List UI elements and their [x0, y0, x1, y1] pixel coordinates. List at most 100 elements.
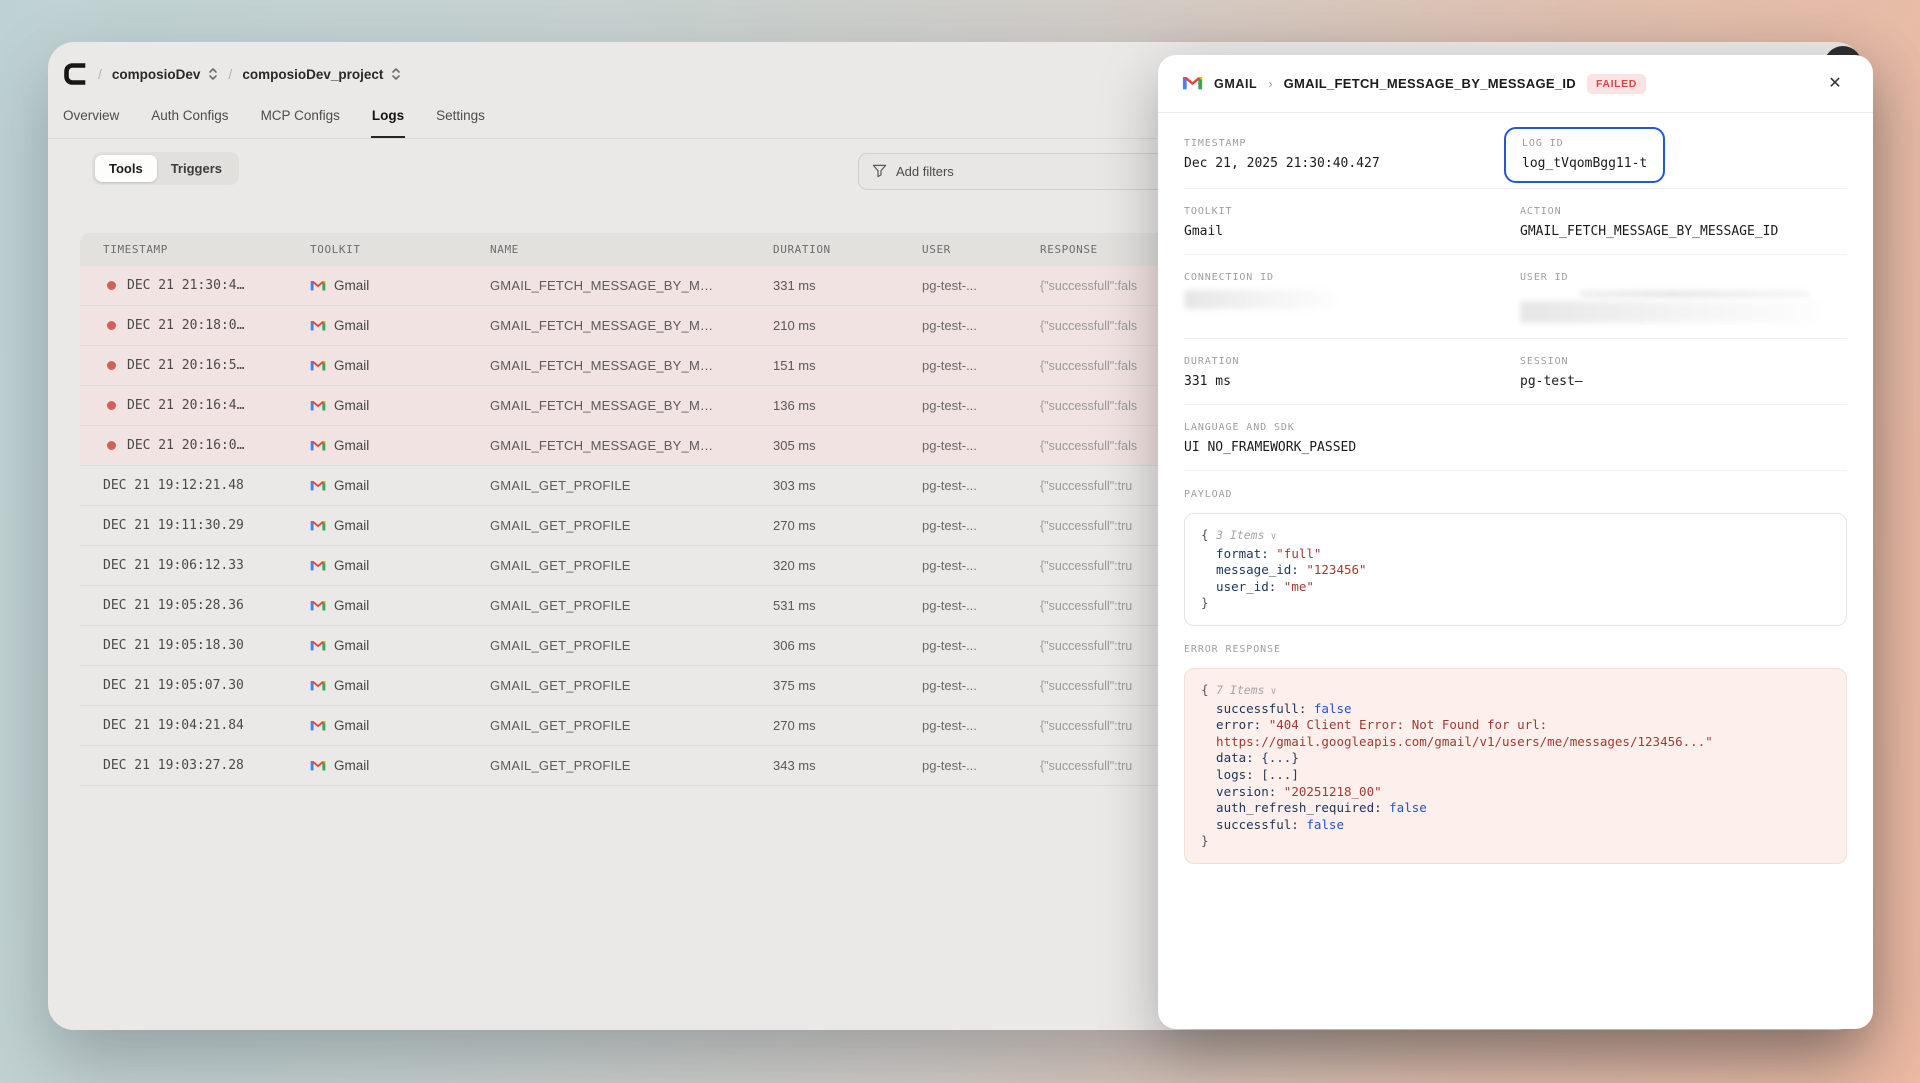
field-connection-id: CONNECTION ID — [1184, 272, 1520, 323]
json-segment: {...} — [1261, 750, 1299, 765]
composio-logo-icon — [62, 61, 88, 87]
gmail-icon — [310, 638, 326, 654]
tab-auth-configs[interactable]: Auth Configs — [150, 102, 229, 138]
tab-settings[interactable]: Settings — [435, 102, 486, 138]
gmail-icon — [310, 598, 326, 614]
cell-toolkit: Gmail — [310, 438, 490, 454]
cell-toolkit: Gmail — [310, 558, 490, 574]
cell-user: pg-test-... — [922, 758, 1040, 773]
error-response-label: ERROR RESPONSE — [1184, 644, 1847, 655]
cell-user: pg-test-... — [922, 558, 1040, 573]
gmail-icon — [310, 678, 326, 694]
gmail-icon — [310, 718, 326, 734]
cell-duration: 320 ms — [773, 558, 922, 573]
cell-user: pg-test-... — [922, 598, 1040, 613]
field-row: TOOLKIT Gmail ACTION GMAIL_FETCH_MESSAGE… — [1184, 189, 1847, 255]
cell-name: GMAIL_GET_PROFILE — [490, 758, 773, 773]
cell-duration: 303 ms — [773, 478, 922, 493]
redacted-connection-id — [1184, 290, 1334, 309]
json-segment: false — [1306, 817, 1344, 832]
json-segment: logs: — [1201, 767, 1261, 782]
tools-toggle[interactable]: Tools — [95, 155, 157, 182]
items-count-toggle[interactable]: 7 Items — [1216, 683, 1277, 697]
cell-toolkit: Gmail — [310, 678, 490, 694]
gmail-icon — [310, 278, 326, 294]
cell-timestamp: DEC 21 20:16:0… — [127, 438, 244, 453]
cell-timestamp: DEC 21 19:12:21.48 — [103, 478, 244, 493]
column-header: TOOLKIT — [310, 243, 490, 256]
log-id-focus-ring[interactable]: LOG ID log_tVqomBgg11-t — [1504, 127, 1665, 183]
cell-name: GMAIL_FETCH_MESSAGE_BY_M… — [490, 318, 773, 333]
payload-section: PAYLOAD { 3 Items format: "full" message… — [1184, 471, 1847, 626]
cell-timestamp: DEC 21 19:05:18.30 — [103, 638, 244, 653]
field-session: SESSION pg-test– — [1520, 356, 1847, 389]
cell-duration: 270 ms — [773, 718, 922, 733]
cell-toolkit: Gmail — [310, 278, 490, 294]
project-selector[interactable]: composioDev_project — [242, 67, 401, 82]
json-segment: auth_refresh_required: — [1201, 800, 1389, 815]
cell-name: GMAIL_FETCH_MESSAGE_BY_M… — [490, 398, 773, 413]
panel-body: TIMESTAMP Dec 21, 2025 21:30:40.427 LOG … — [1158, 113, 1873, 864]
cell-name: GMAIL_GET_PROFILE — [490, 478, 773, 493]
panel-header: GMAIL › GMAIL_FETCH_MESSAGE_BY_MESSAGE_I… — [1158, 55, 1873, 113]
view-toggle: Tools Triggers — [92, 152, 239, 185]
json-segment: "123456" — [1306, 562, 1366, 577]
error-json: { 7 Items successfull: false error: "404… — [1184, 668, 1847, 864]
cell-timestamp: DEC 21 19:04:21.84 — [103, 718, 244, 733]
cell-timestamp: DEC 21 19:03:27.28 — [103, 758, 244, 773]
cell-user: pg-test-... — [922, 438, 1040, 453]
cell-user: pg-test-... — [922, 678, 1040, 693]
breadcrumb-separator: / — [98, 66, 102, 82]
tab-logs[interactable]: Logs — [371, 102, 405, 138]
json-segment: format: — [1201, 546, 1276, 561]
field-row: TIMESTAMP Dec 21, 2025 21:30:40.427 LOG … — [1184, 121, 1847, 189]
json-segment: } — [1201, 595, 1209, 610]
cell-toolkit: Gmail — [310, 718, 490, 734]
json-segment: error: — [1201, 717, 1269, 732]
json-segment: { — [1201, 527, 1216, 542]
json-segment: version: — [1201, 784, 1284, 799]
cell-toolkit: Gmail — [310, 758, 490, 774]
cell-duration: 331 ms — [773, 278, 922, 293]
cell-timestamp: DEC 21 20:18:0… — [127, 318, 244, 333]
cell-user: pg-test-... — [922, 278, 1040, 293]
failed-status-dot — [107, 441, 116, 450]
json-segment: data: — [1201, 750, 1261, 765]
cell-user: pg-test-... — [922, 718, 1040, 733]
cell-name: GMAIL_GET_PROFILE — [490, 518, 773, 533]
chevron-right-icon: › — [1268, 76, 1272, 91]
gmail-icon — [310, 518, 326, 534]
field-row: CONNECTION ID USER ID — [1184, 255, 1847, 339]
cell-duration: 375 ms — [773, 678, 922, 693]
triggers-toggle[interactable]: Triggers — [157, 155, 236, 182]
project-name: composioDev_project — [242, 67, 383, 82]
payload-label: PAYLOAD — [1184, 489, 1847, 500]
cell-user: pg-test-... — [922, 318, 1040, 333]
cell-user: pg-test-... — [922, 518, 1040, 533]
json-segment: "full" — [1276, 546, 1321, 561]
gmail-icon — [310, 398, 326, 414]
cell-duration: 136 ms — [773, 398, 922, 413]
json-segment: false — [1389, 800, 1427, 815]
cell-user: pg-test-... — [922, 398, 1040, 413]
cell-timestamp: DEC 21 20:16:5… — [127, 358, 244, 373]
column-header: TIMESTAMP — [80, 243, 310, 256]
tab-overview[interactable]: Overview — [62, 102, 120, 138]
close-icon[interactable]: ✕ — [1821, 70, 1849, 98]
cell-name: GMAIL_GET_PROFILE — [490, 638, 773, 653]
org-selector[interactable]: composioDev — [112, 67, 219, 82]
cell-duration: 270 ms — [773, 518, 922, 533]
cell-timestamp: DEC 21 19:05:28.36 — [103, 598, 244, 613]
cell-toolkit: Gmail — [310, 318, 490, 334]
tab-mcp-configs[interactable]: MCP Configs — [260, 102, 341, 138]
cell-user: pg-test-... — [922, 478, 1040, 493]
json-segment: successfull: — [1201, 701, 1314, 716]
field-log-id: LOG ID log_tVqomBgg11-t — [1520, 138, 1847, 173]
cell-timestamp: DEC 21 19:06:12.33 — [103, 558, 244, 573]
redacted-user-id — [1520, 301, 1820, 323]
redacted-user-id-ghost — [1580, 290, 1810, 298]
cell-toolkit: Gmail — [310, 398, 490, 414]
json-segment: "me" — [1284, 579, 1314, 594]
items-count-toggle[interactable]: 3 Items — [1216, 528, 1277, 542]
chevron-updown-icon — [208, 67, 218, 81]
